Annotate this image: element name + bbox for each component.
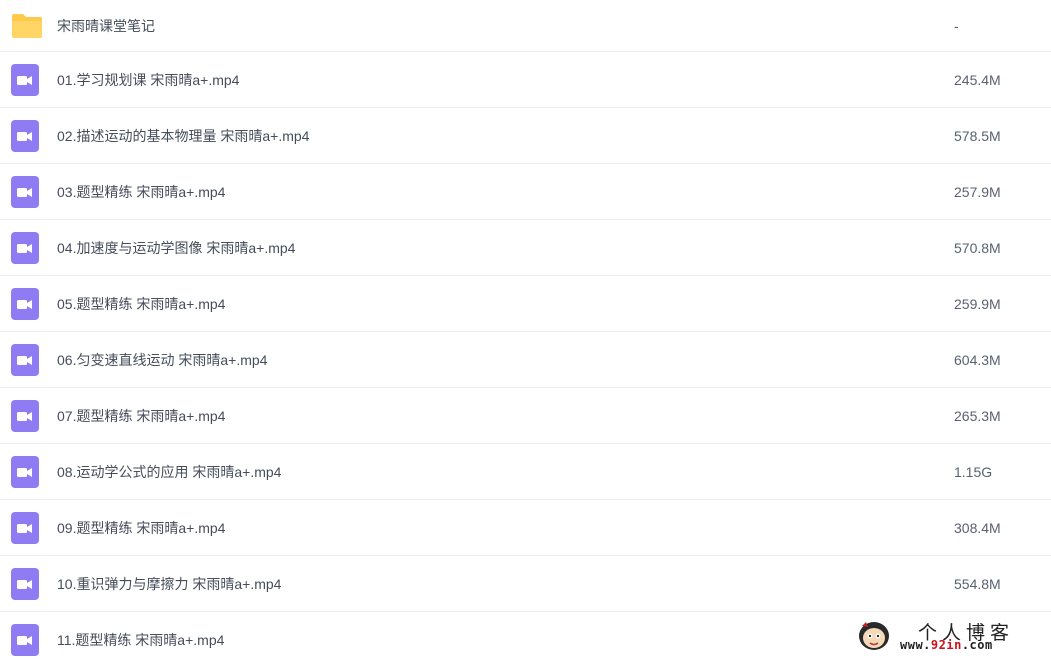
file-size: 245.4M [954, 71, 1001, 88]
file-row-video[interactable]: 05.题型精练 宋雨晴a+.mp4 259.9M [0, 276, 1051, 332]
file-size: 578.5M [954, 127, 1001, 144]
file-name[interactable]: 宋雨晴课堂笔记 [57, 16, 155, 36]
file-name[interactable]: 06.匀变速直线运动 宋雨晴a+.mp4 [57, 350, 267, 370]
file-name[interactable]: 11.题型精练 宋雨晴a+.mp4 [57, 630, 224, 650]
video-file-icon [11, 175, 39, 208]
file-name[interactable]: 04.加速度与运动学图像 宋雨晴a+.mp4 [57, 238, 295, 258]
file-row-video[interactable]: 09.题型精练 宋雨晴a+.mp4 308.4M [0, 500, 1051, 556]
file-size: 570.8M [954, 239, 1001, 256]
file-name[interactable]: 10.重识弹力与摩擦力 宋雨晴a+.mp4 [57, 574, 281, 594]
video-file-icon [11, 511, 39, 544]
file-size: 604.3M [954, 351, 1001, 368]
file-row-folder[interactable]: 宋雨晴课堂笔记 - [0, 0, 1051, 52]
video-file-icon [11, 567, 39, 600]
watermark-url-accent: 92in [930, 638, 962, 652]
blog-watermark: 个人博客 www.92in.com [856, 616, 1046, 656]
folder-icon [11, 13, 43, 39]
file-size: 308.4M [954, 519, 1001, 536]
file-name[interactable]: 05.题型精练 宋雨晴a+.mp4 [57, 294, 225, 314]
file-name[interactable]: 03.题型精练 宋雨晴a+.mp4 [57, 182, 225, 202]
file-size: 1.15G [954, 463, 993, 480]
video-file-icon [11, 63, 39, 96]
file-name[interactable]: 08.运动学公式的应用 宋雨晴a+.mp4 [57, 462, 281, 482]
file-size: - [954, 17, 959, 34]
video-file-icon [11, 119, 39, 152]
video-file-icon [11, 455, 39, 488]
video-file-icon [11, 287, 39, 320]
cartoon-mascot-icon [856, 618, 892, 657]
file-name[interactable]: 02.描述运动的基本物理量 宋雨晴a+.mp4 [57, 126, 309, 146]
file-row-video[interactable]: 04.加速度与运动学图像 宋雨晴a+.mp4 570.8M [0, 220, 1051, 276]
video-file-icon [11, 231, 39, 264]
video-file-icon [11, 624, 39, 656]
video-file-icon [11, 343, 39, 376]
watermark-url-prefix: www. [900, 638, 931, 652]
file-name[interactable]: 01.学习规划课 宋雨晴a+.mp4 [57, 70, 239, 90]
file-name[interactable]: 09.题型精练 宋雨晴a+.mp4 [57, 518, 225, 538]
file-row-video[interactable]: 08.运动学公式的应用 宋雨晴a+.mp4 1.15G [0, 444, 1051, 500]
file-size: 554.8M [954, 575, 1001, 592]
file-size: 259.9M [954, 295, 1001, 312]
file-row-video[interactable]: 06.匀变速直线运动 宋雨晴a+.mp4 604.3M [0, 332, 1051, 388]
watermark-url-suffix: .com [961, 638, 993, 652]
watermark-url: www.92in.com [900, 638, 993, 652]
file-row-video[interactable]: 01.学习规划课 宋雨晴a+.mp4 245.4M [0, 52, 1051, 108]
file-row-video[interactable]: 07.题型精练 宋雨晴a+.mp4 265.3M [0, 388, 1051, 444]
file-size: 257.9M [954, 183, 1001, 200]
file-row-video[interactable]: 10.重识弹力与摩擦力 宋雨晴a+.mp4 554.8M [0, 556, 1051, 612]
file-row-video[interactable]: 02.描述运动的基本物理量 宋雨晴a+.mp4 578.5M [0, 108, 1051, 164]
video-file-icon [11, 399, 39, 432]
file-name[interactable]: 07.题型精练 宋雨晴a+.mp4 [57, 406, 225, 426]
file-row-video[interactable]: 03.题型精练 宋雨晴a+.mp4 257.9M [0, 164, 1051, 220]
file-list: 宋雨晴课堂笔记 - 01.学习规划课 宋雨晴a+.mp4 245.4M 02.描… [0, 0, 1051, 668]
file-size: 265.3M [954, 407, 1001, 424]
